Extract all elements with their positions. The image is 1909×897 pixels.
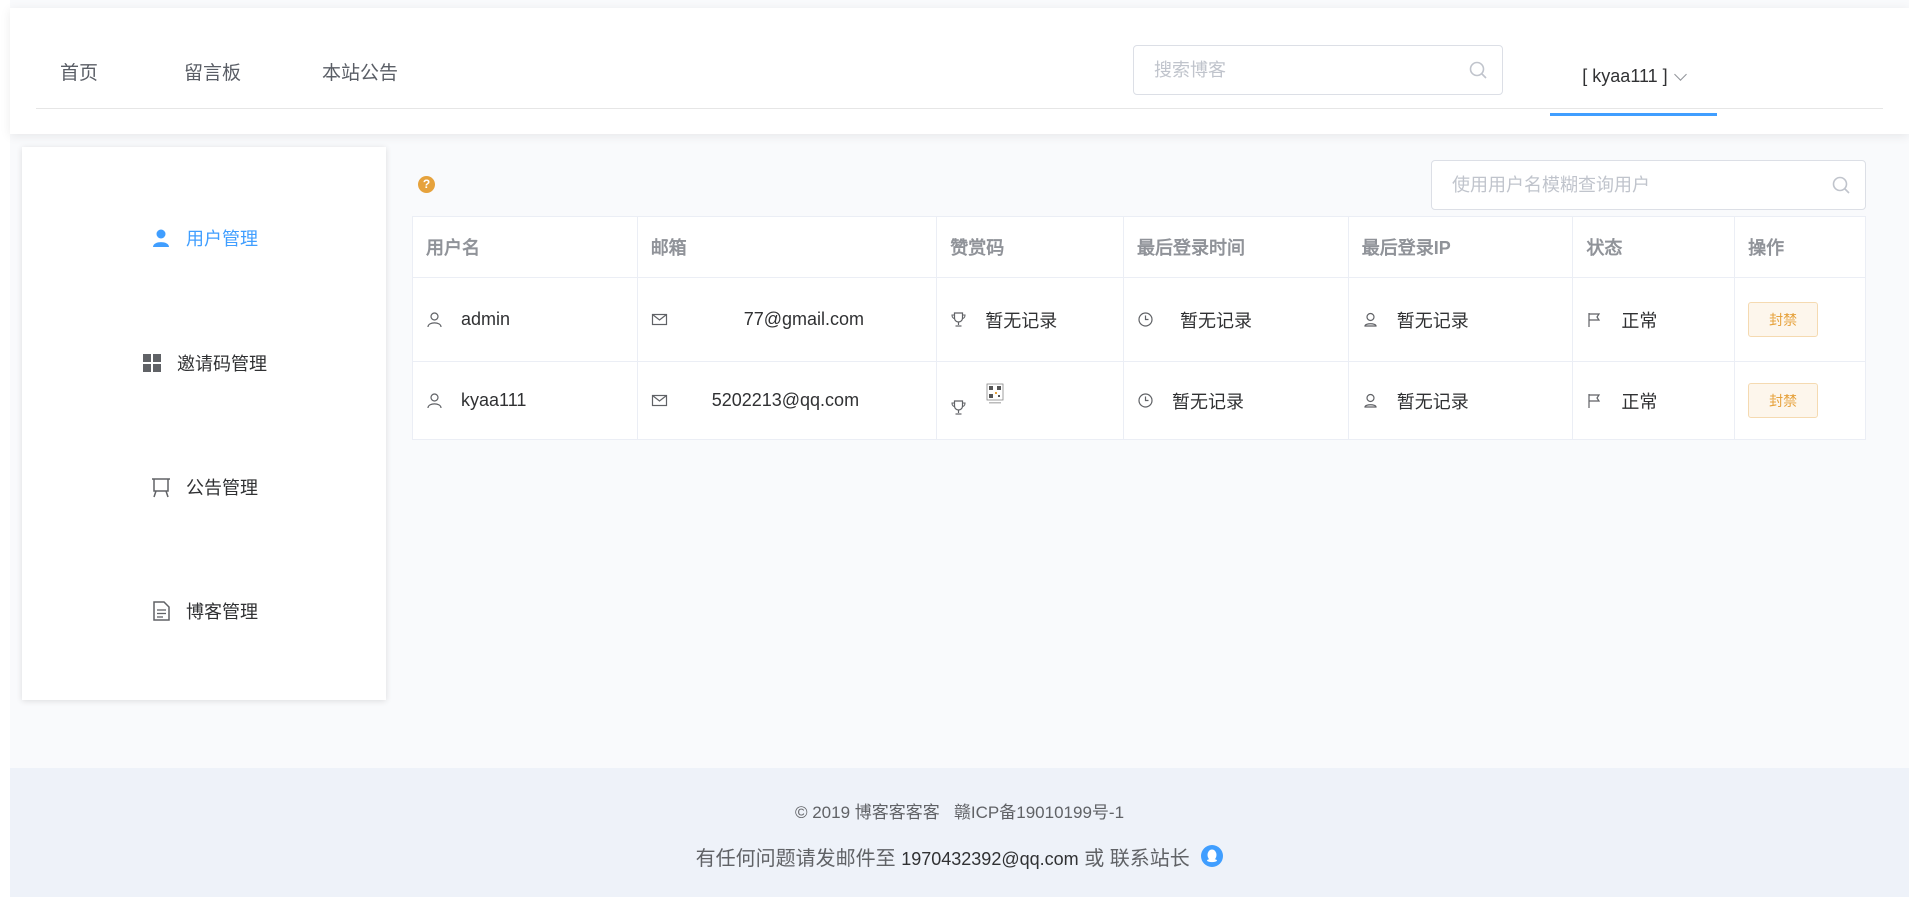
column-header[interactable]: 邮箱 [638,217,938,277]
column-header[interactable]: 操作 [1735,217,1865,277]
last-login-time-cell: 暂无记录 [1124,278,1349,361]
top-header: 首页 留言板 本站公告 [ kyaa111 ] [10,8,1909,134]
nav-home[interactable]: 首页 [60,58,98,85]
table-row: kyaa111 5202213@qq.com 暂无记录 暂无记录 正常 封禁 [413,362,1865,439]
location-icon [1364,393,1377,408]
sidebar-item-blog-management[interactable]: 博客管理 [22,591,386,631]
clock-icon [1138,312,1153,327]
trophy-icon [951,400,966,415]
sidebar-item-announcements[interactable]: 公告管理 [22,467,386,507]
mail-icon [651,313,667,326]
last-login-time-text: 暂无记录 [1180,310,1253,331]
reward-text: 暂无记录 [985,310,1058,331]
page-footer: © 2019 博客客客客 赣ICP备19010199号-1 有任何问题请发邮件至… [10,768,1909,897]
reward-cell [937,362,1125,439]
ban-button[interactable]: 封禁 [1748,383,1819,418]
status-text: 正常 [1621,391,1658,412]
column-header[interactable]: 状态 [1573,217,1736,277]
status-cell: 正常 [1573,278,1736,361]
grid-icon [143,354,161,372]
board-icon [152,478,170,498]
last-login-time-cell: 暂无记录 [1124,362,1349,439]
user-search-input[interactable] [1432,161,1865,209]
last-login-ip-text: 暂无记录 [1396,310,1469,331]
last-login-time-text: 暂无记录 [1172,391,1245,412]
action-cell: 封禁 [1735,362,1865,439]
flag-icon [1588,313,1601,327]
email-text: 77@gmail.com [743,309,865,329]
admin-sidebar: 用户管理 邀请码管理 公告管理 博客管理 [22,147,386,700]
chevron-down-icon [1673,68,1687,81]
contact-or: 或 联系站长 [1084,848,1190,870]
column-header[interactable]: 用户名 [413,217,638,277]
last-login-ip-cell: 暂无记录 [1349,362,1574,439]
email-text: 5202213@qq.com [711,390,860,410]
contact-prefix: 有任何问题请发邮件至 [695,848,896,870]
blog-search [1133,45,1503,95]
user-search [1431,160,1866,210]
sidebar-item-label: 博客管理 [186,602,258,622]
copyright-text: © 2019 博客客客客 [794,803,940,822]
sidebar-item-invite-codes[interactable]: 邀请码管理 [22,343,386,383]
nav-message-board[interactable]: 留言板 [184,58,241,85]
last-login-ip-cell: 暂无记录 [1349,278,1574,361]
user-outline-icon [427,312,442,328]
document-icon [153,601,170,621]
username-cell: kyaa111 [413,362,638,439]
username-cell: admin [413,278,638,361]
last-login-ip-text: 暂无记录 [1396,391,1469,412]
footer-line-2: 有任何问题请发邮件至 1970432392@qq.com 或 联系站长 [10,842,1909,871]
flag-icon [1588,394,1601,408]
reward-qr-image[interactable] [985,382,1005,406]
qq-icon[interactable] [1201,845,1224,867]
help-icon[interactable]: ? [418,176,435,193]
clock-icon [1138,393,1153,408]
status-cell: 正常 [1573,362,1736,439]
sidebar-item-label: 用户管理 [186,229,258,249]
header-divider [36,108,1883,109]
blog-search-input[interactable] [1134,46,1502,94]
email-cell: 5202213@qq.com [638,362,938,439]
username-text: admin [461,309,511,329]
footer-line-1: © 2019 博客客客客 赣ICP备19010199号-1 [10,798,1909,823]
action-cell: 封禁 [1735,278,1865,361]
table-header-row: 用户名 邮箱 赞赏码 最后登录时间 最后登录IP 状态 操作 [413,217,1865,278]
user-dropdown[interactable]: [ kyaa111 ] [1550,52,1717,116]
reward-cell: 暂无记录 [937,278,1125,361]
sidebar-item-label: 公告管理 [186,478,258,498]
sidebar-item-user-management[interactable]: 用户管理 [22,218,386,258]
mail-icon [651,394,667,407]
ban-button[interactable]: 封禁 [1748,302,1819,337]
column-header[interactable]: 最后登录时间 [1124,217,1349,277]
column-header[interactable]: 赞赏码 [937,217,1125,277]
user-icon [153,229,169,247]
contact-email[interactable]: 1970432392@qq.com [901,849,1078,869]
icp-link[interactable]: 赣ICP备19010199号-1 [954,803,1124,822]
sidebar-item-label: 邀请码管理 [177,354,267,374]
user-outline-icon [427,393,442,409]
nav-announcements[interactable]: 本站公告 [322,58,398,85]
location-icon [1364,312,1377,327]
table-row: admin 77@gmail.com 暂无记录 暂无记录 暂无记录 正常 封禁 [413,278,1865,362]
username-text: kyaa111 [461,390,527,410]
status-text: 正常 [1621,310,1658,331]
trophy-icon [951,312,966,327]
email-cell: 77@gmail.com [638,278,938,361]
search-icon[interactable] [1468,60,1488,80]
user-name: [ kyaa111 ] [1582,66,1668,86]
search-icon[interactable] [1831,175,1851,195]
user-table: 用户名 邮箱 赞赏码 最后登录时间 最后登录IP 状态 操作 admin 77@… [412,216,1866,440]
column-header[interactable]: 最后登录IP [1349,217,1574,277]
